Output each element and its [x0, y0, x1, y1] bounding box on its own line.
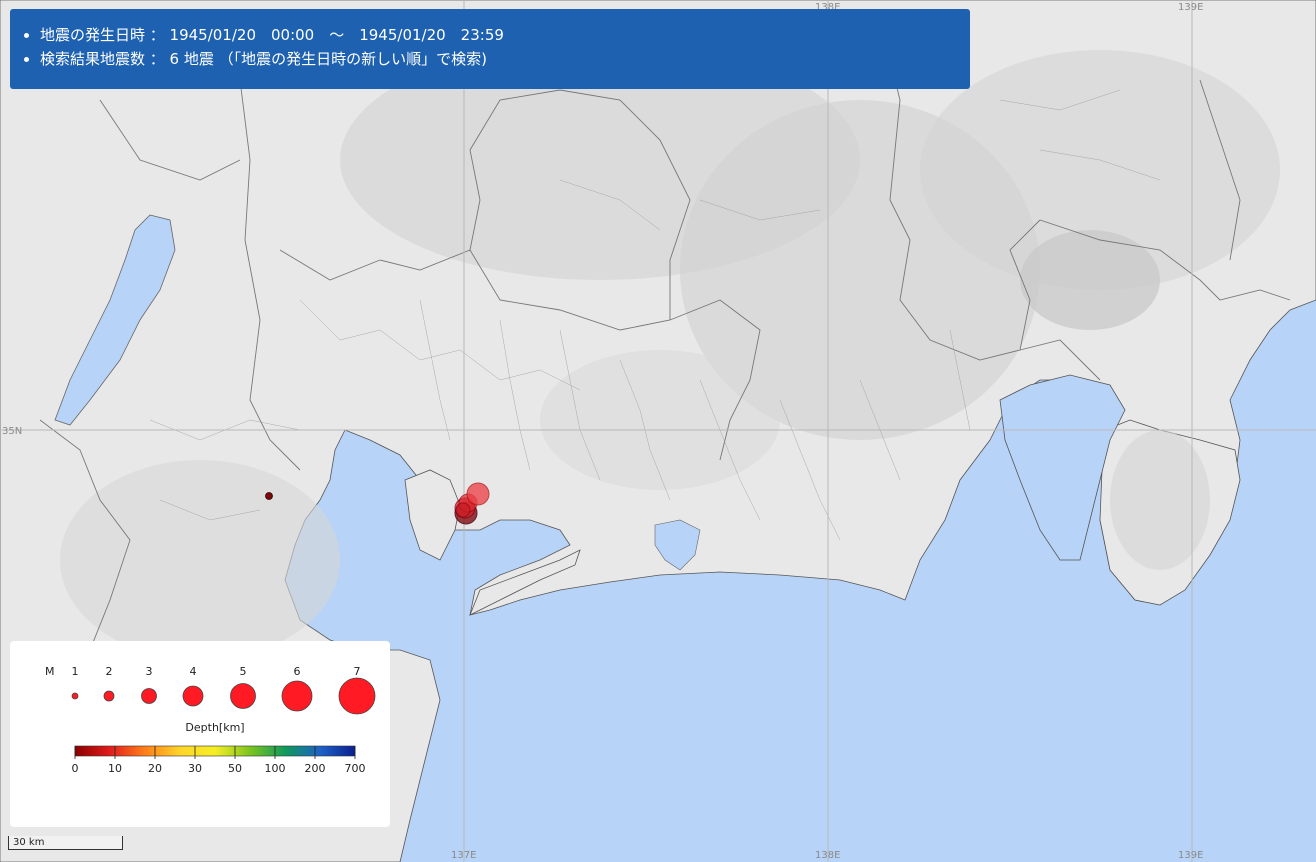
- magnitude-value: 6: [294, 665, 301, 678]
- magnitude-value: 1: [72, 665, 79, 678]
- magnitude-circles: [71, 677, 376, 715]
- magnitude-value: 7: [354, 665, 361, 678]
- relief-7: [1110, 430, 1210, 570]
- magnitude-circle: [281, 680, 313, 712]
- earthquake-marker[interactable]: [455, 502, 471, 518]
- depth-tick-label: 200: [305, 762, 326, 775]
- lon-139-label: 139E: [1178, 850, 1203, 861]
- scale-bar-label: 30 km: [13, 837, 45, 848]
- depth-tick-label: 700: [345, 762, 366, 775]
- earthquake-marker[interactable]: [265, 492, 273, 500]
- relief-4: [1020, 230, 1160, 330]
- magnitude-value: 4: [190, 665, 197, 678]
- legend-graphic: M 1 2 3 4 5 6 7 Depth[km] 0 10 20 30 50 100 200 700: [45, 665, 376, 775]
- legend-panel: M 1 2 3 4 5 6 7 Depth[km] 0 10 20 30 50 100 200 700: [10, 641, 390, 827]
- magnitude-label: M: [45, 665, 55, 678]
- magnitude-circle: [338, 677, 376, 715]
- relief-5: [60, 460, 340, 660]
- scale-bar: 30 km: [8, 836, 123, 850]
- date-range-text: 地震の発生日時 ： 1945/01/20 00:00 ～ 1945/01/20 …: [40, 26, 504, 44]
- magnitude-value: 3: [146, 665, 153, 678]
- magnitude-labels: 1 2 3 4 5 6 7: [72, 665, 361, 678]
- lon-138-label: 138E: [815, 850, 840, 861]
- magnitude-circle: [103, 690, 115, 702]
- depth-tick-label: 0: [72, 762, 79, 775]
- result-count-text: 検索結果地震数 ： 6 地震 （「地震の発生日時の新しい順」で検索): [40, 50, 487, 68]
- lon-137-label: 137E: [451, 850, 476, 861]
- magnitude-circle: [182, 685, 204, 707]
- relief-6: [540, 350, 780, 490]
- magnitude-circle: [71, 692, 79, 700]
- depth-tick-label: 30: [188, 762, 202, 775]
- depth-tick-label: 50: [228, 762, 242, 775]
- magnitude-value: 2: [106, 665, 113, 678]
- search-summary-panel: 地震の発生日時 ： 1945/01/20 00:00 ～ 1945/01/20 …: [10, 9, 970, 89]
- magnitude-circle: [141, 688, 157, 704]
- magnitude-circle: [230, 683, 256, 709]
- date-range-item: 地震の発生日時 ： 1945/01/20 00:00 ～ 1945/01/20 …: [40, 23, 970, 47]
- depth-title: Depth[km]: [185, 721, 244, 734]
- depth-colorbar-rect: [74, 745, 356, 757]
- earthquake-marker[interactable]: [466, 482, 490, 506]
- depth-colorbar: [74, 745, 356, 757]
- lat-35-label: 35N: [2, 426, 22, 437]
- depth-tick-label: 10: [108, 762, 122, 775]
- result-count-item: 検索結果地震数 ： 6 地震 （「地震の発生日時の新しい順」で検索): [40, 47, 970, 71]
- depth-tick-label: 100: [265, 762, 286, 775]
- magnitude-value: 5: [240, 665, 247, 678]
- depth-tick-label: 20: [148, 762, 162, 775]
- lon-139-top-label: 139E: [1178, 2, 1203, 13]
